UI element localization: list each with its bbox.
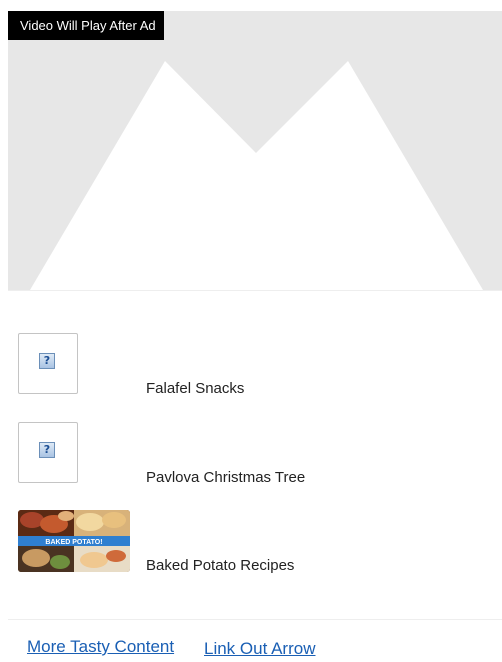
playlist-item-title[interactable]: Baked Potato Recipes (146, 557, 294, 574)
broken-image-icon: ? (39, 353, 55, 369)
playlist-item-pavlova-christmas-tree[interactable]: ? Pavlova Christmas Tree (18, 422, 502, 486)
video-widget-page: Video Will Play After Ad ? Falafel Snack… (0, 0, 502, 662)
broken-image-icon: ? (39, 442, 55, 458)
video-player[interactable]: Video Will Play After Ad (8, 11, 502, 290)
video-playlist: ? Falafel Snacks ? Pavlova Christmas Tre… (8, 291, 502, 621)
divider (8, 619, 502, 620)
video-placeholder-mountain-icon (8, 11, 502, 290)
playlist-item-title[interactable]: Falafel Snacks (146, 380, 244, 397)
playlist-item-title[interactable]: Pavlova Christmas Tree (146, 469, 305, 486)
link-out-arrow-icon[interactable]: Link Out Arrow (204, 639, 316, 659)
ad-notice-label: Video Will Play After Ad (8, 11, 164, 40)
playlist-item-baked-potato-recipes[interactable]: BAKED POTATO! Baked Potato Recipes (18, 510, 502, 574)
baked-potato-thumbnail[interactable]: BAKED POTATO! (18, 510, 130, 572)
playlist-thumbnail[interactable]: ? (18, 333, 78, 394)
playlist-item-falafel-snacks[interactable]: ? Falafel Snacks (18, 333, 502, 397)
more-tasty-content-link[interactable]: More Tasty Content (27, 637, 174, 657)
food-photo-icon: BAKED POTATO! (18, 510, 130, 572)
playlist-thumbnail[interactable]: ? (18, 422, 78, 483)
svg-text:BAKED POTATO!: BAKED POTATO! (45, 539, 102, 546)
